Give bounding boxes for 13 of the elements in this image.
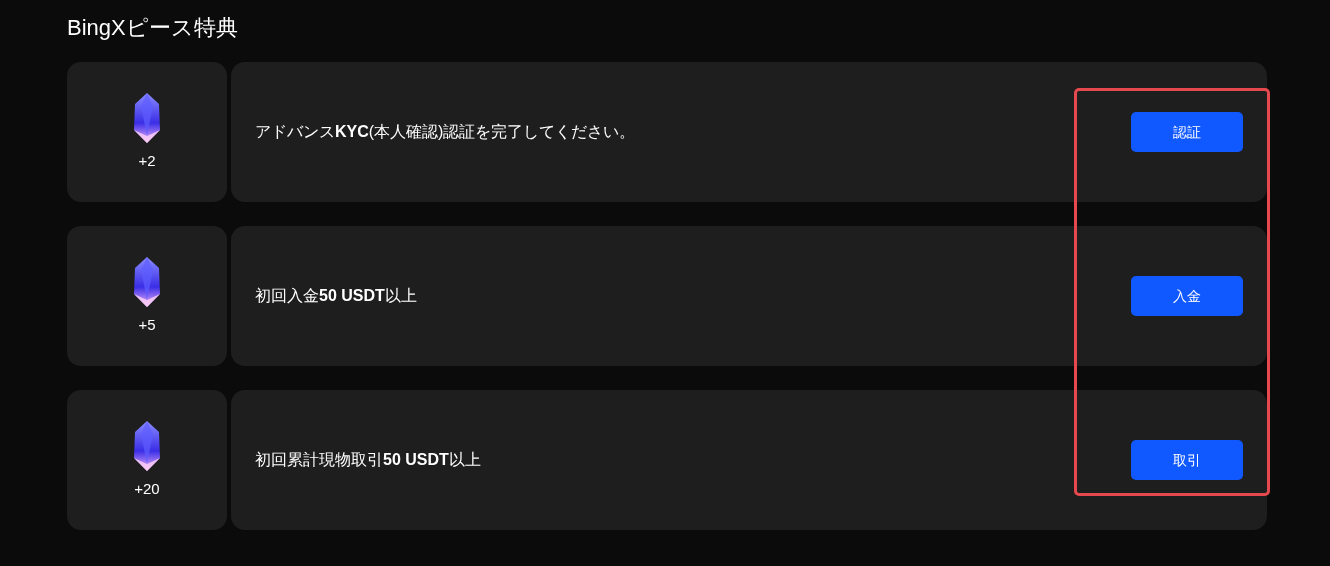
reward-amount: +5 <box>138 314 156 335</box>
action-button[interactable]: 入金 <box>1131 276 1243 316</box>
action-button[interactable]: 認証 <box>1131 112 1243 152</box>
crystal-icon <box>133 255 161 308</box>
task-description: 初回累計現物取引50 USDT以上 <box>255 450 481 470</box>
task-description: アドバンスKYC(本人確認)認証を完了してください。 <box>255 122 636 142</box>
crystal-icon <box>133 419 161 472</box>
reward-amount: +2 <box>138 150 156 171</box>
action-button[interactable]: 取引 <box>1131 440 1243 480</box>
crystal-icon <box>133 91 161 144</box>
task-description: 初回入金50 USDT以上 <box>255 286 417 306</box>
section-title: BingXピース特典 <box>67 14 239 42</box>
reward-amount: +20 <box>134 478 160 499</box>
